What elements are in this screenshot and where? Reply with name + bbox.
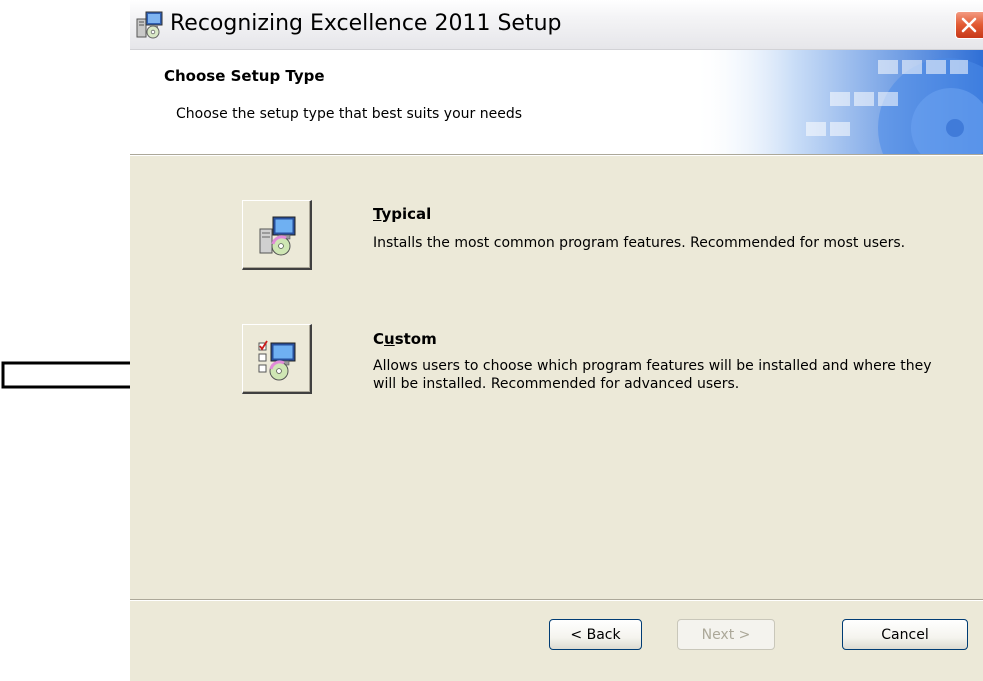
window-title: Recognizing Excellence 2011 Setup (170, 11, 562, 36)
back-button[interactable]: < Back (549, 619, 642, 650)
next-button[interactable]: Next > (677, 619, 775, 650)
banner-graphic (693, 50, 983, 154)
close-icon (961, 17, 977, 33)
cancel-button[interactable]: Cancel (842, 619, 968, 650)
custom-option-button[interactable] (242, 324, 312, 394)
setup-dialog: Recognizing Excellence 2011 Setup Choose… (130, 0, 983, 681)
typical-install-icon (259, 216, 296, 256)
title-bar[interactable]: Recognizing Excellence 2011 Setup (130, 0, 983, 50)
typical-option-description: Installs the most common program feature… (373, 235, 906, 251)
page-subtitle: Choose the setup type that best suits yo… (176, 106, 523, 122)
custom-option-title: Custom (373, 330, 437, 348)
header-banner: Choose Setup Type Choose the setup type … (130, 50, 983, 154)
custom-install-icon (258, 340, 296, 381)
custom-option-description: Allows users to choose which program fea… (373, 358, 932, 392)
close-button[interactable] (955, 11, 983, 39)
typical-option-button[interactable] (242, 200, 312, 270)
header-divider (130, 154, 983, 156)
typical-option-title: Typical (373, 205, 432, 223)
page-title: Choose Setup Type (164, 67, 325, 85)
footer-divider (130, 599, 983, 601)
setup-installer-icon (136, 11, 163, 39)
